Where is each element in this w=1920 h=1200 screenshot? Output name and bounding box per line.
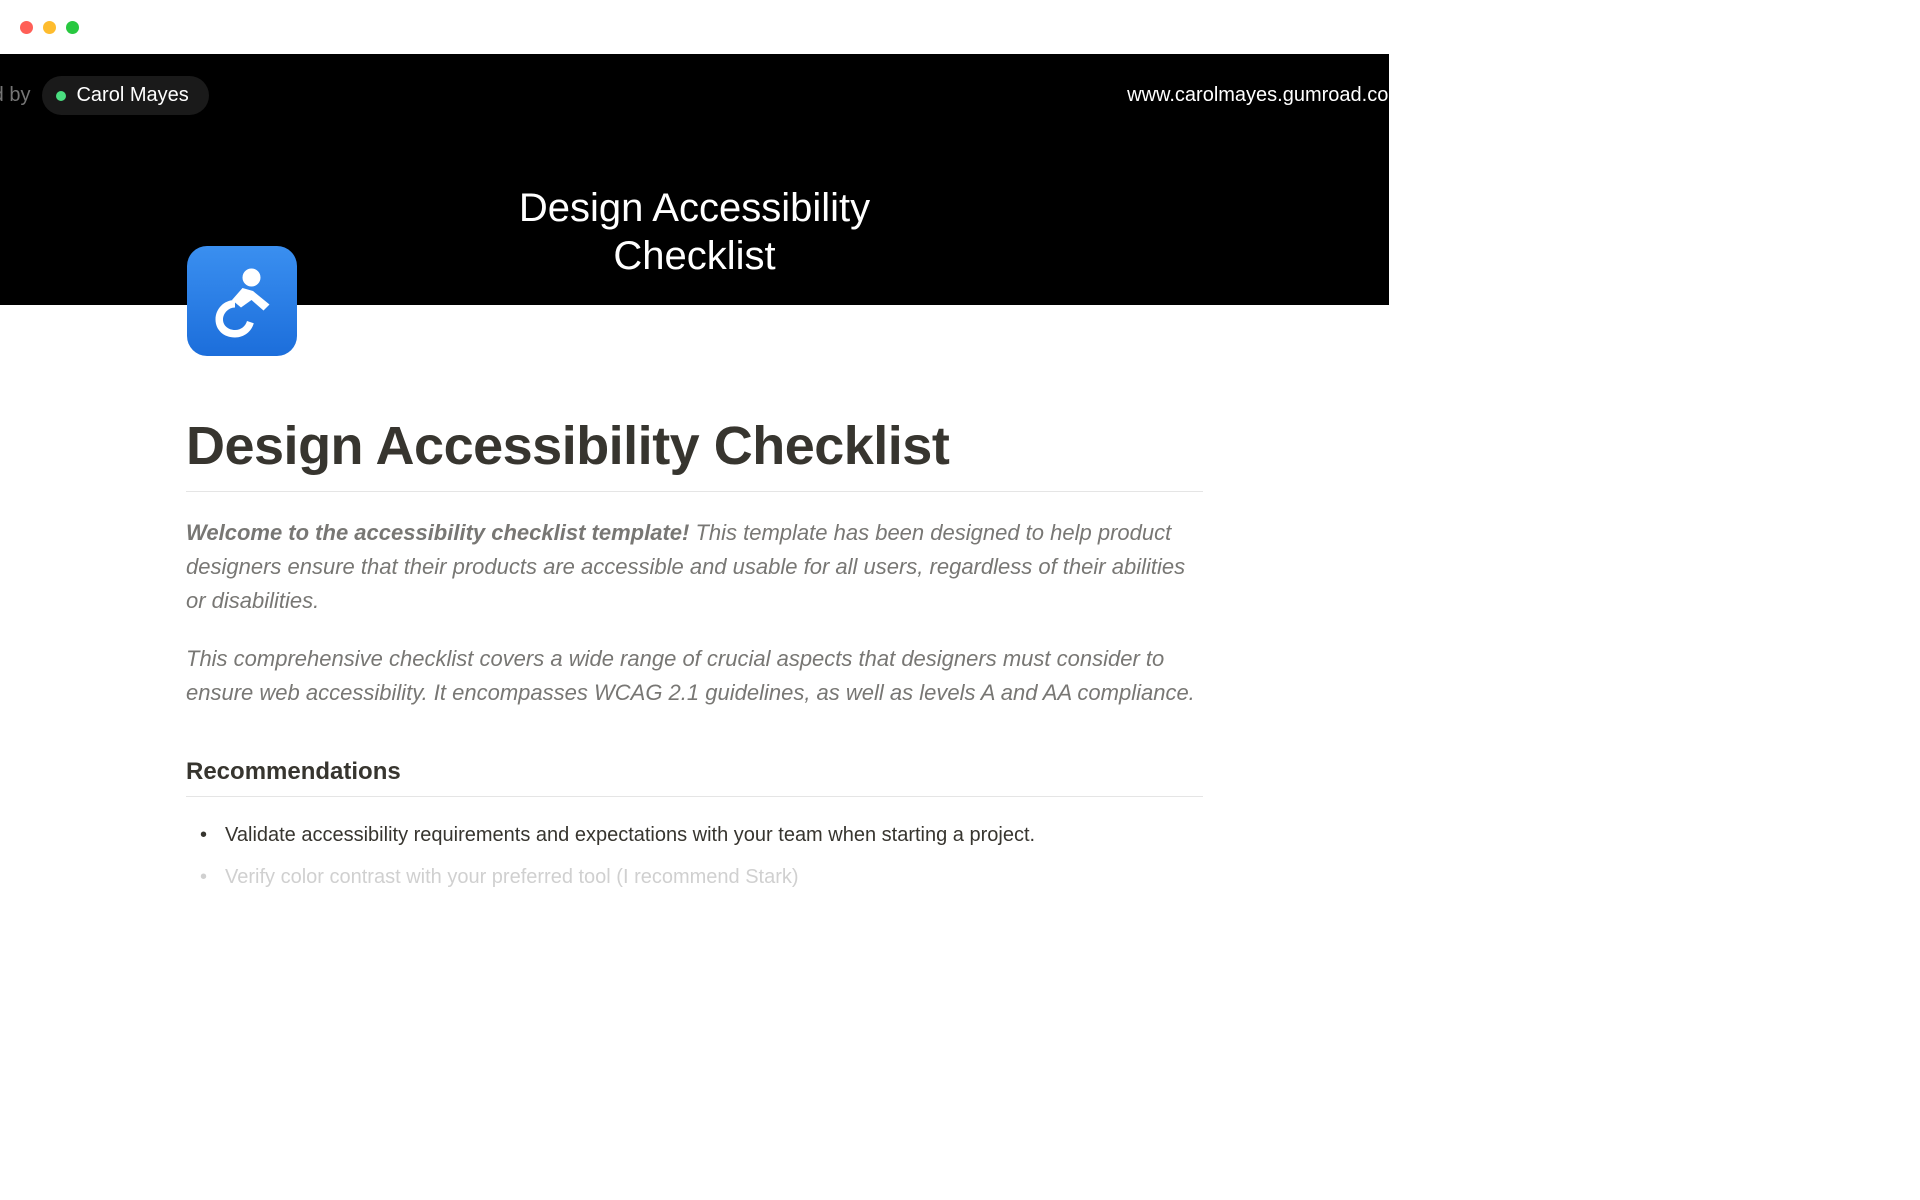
divider xyxy=(186,796,1203,797)
close-window-icon[interactable] xyxy=(20,21,33,34)
banner-title-line2: Checklist xyxy=(519,232,870,280)
recommendations-list: Validate accessibility requirements and … xyxy=(186,819,1203,893)
intro-paragraph-2: This comprehensive checklist covers a wi… xyxy=(186,642,1203,710)
list-item: Verify color contrast with your preferre… xyxy=(200,861,1203,893)
page-icon[interactable] xyxy=(187,246,297,356)
maximize-window-icon[interactable] xyxy=(66,21,79,34)
list-item-text: Verify color contrast with your preferre… xyxy=(225,861,799,893)
page-title: Design Accessibility Checklist xyxy=(186,415,1203,477)
divider xyxy=(186,491,1203,492)
list-item-text: Validate accessibility requirements and … xyxy=(225,819,1035,851)
banner-title: Design Accessibility Checklist xyxy=(519,184,870,280)
website-url[interactable]: www.carolmayes.gumroad.com xyxy=(1127,84,1405,107)
banner-top-row: ted by Carol Mayes www.carolmayes.gumroa… xyxy=(0,54,1389,115)
created-by-label: ted by xyxy=(0,84,30,107)
status-dot-icon xyxy=(56,91,66,101)
recommendations-heading: Recommendations xyxy=(186,758,1203,786)
wheelchair-icon xyxy=(205,264,280,339)
author-name: Carol Mayes xyxy=(76,84,188,107)
list-item: Validate accessibility requirements and … xyxy=(200,819,1203,851)
banner-title-line1: Design Accessibility xyxy=(519,186,870,230)
created-by-section: ted by Carol Mayes xyxy=(0,76,209,115)
intro-bold: Welcome to the accessibility checklist t… xyxy=(186,520,689,545)
page-content: Design Accessibility Checklist Welcome t… xyxy=(0,305,1389,893)
author-pill[interactable]: Carol Mayes xyxy=(42,76,208,115)
intro-paragraph-1: Welcome to the accessibility checklist t… xyxy=(186,516,1203,618)
minimize-window-icon[interactable] xyxy=(43,21,56,34)
window-controls xyxy=(0,0,1389,54)
